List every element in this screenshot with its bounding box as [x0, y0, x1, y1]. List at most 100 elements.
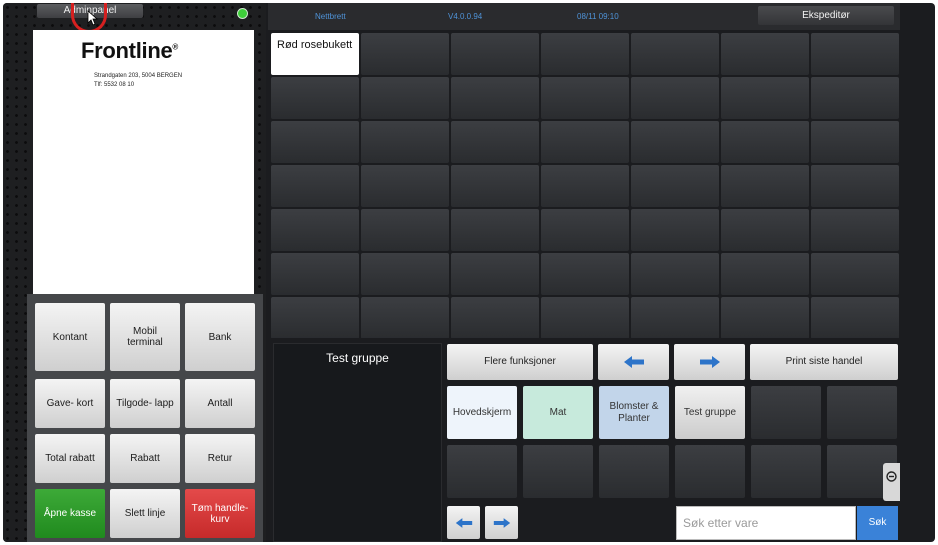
gavekort-button[interactable]: Gave- kort	[35, 379, 105, 428]
group-empty-slot[interactable]	[447, 445, 517, 498]
group-empty-slot[interactable]	[751, 386, 821, 439]
product-empty-slot[interactable]	[631, 165, 719, 207]
product-empty-slot[interactable]	[721, 165, 809, 207]
product-empty-slot[interactable]	[721, 121, 809, 163]
address-line: Strandgaten 203, 5004 BERGEN	[94, 73, 183, 79]
receipt-panel: Adminpanel Frontline® Strandgaten 203, 5…	[3, 3, 266, 542]
product-empty-slot[interactable]	[541, 77, 629, 119]
product-empty-slot[interactable]	[721, 77, 809, 119]
kontant-button[interactable]: Kontant	[35, 303, 105, 371]
collapse-icon	[886, 471, 897, 482]
product-empty-slot[interactable]	[541, 297, 629, 339]
search-button[interactable]: Søk	[857, 506, 898, 540]
group-empty-slot[interactable]	[599, 445, 669, 498]
product-empty-slot[interactable]	[451, 77, 539, 119]
product-empty-slot[interactable]	[361, 253, 449, 295]
product-empty-slot[interactable]	[721, 297, 809, 339]
datetime-label: 08/11 09:10	[577, 12, 619, 21]
group-empty-slot[interactable]	[523, 445, 593, 498]
product-empty-slot[interactable]	[271, 121, 359, 163]
apne-kasse-button[interactable]: Åpne kasse	[35, 489, 105, 538]
product-empty-slot[interactable]	[811, 165, 899, 207]
product-empty-slot[interactable]	[271, 253, 359, 295]
arrow-right-icon	[699, 356, 720, 368]
product-empty-slot[interactable]	[631, 297, 719, 339]
product-empty-slot[interactable]	[361, 33, 449, 75]
side-collapse-tab[interactable]	[883, 463, 900, 501]
slett-linje-button[interactable]: Slett linje	[110, 489, 180, 538]
product-empty-slot[interactable]	[451, 165, 539, 207]
product-empty-slot[interactable]	[811, 121, 899, 163]
group-blomster-button[interactable]: Blomster & Planter	[599, 386, 669, 439]
ekspeditor-button[interactable]: Ekspeditør	[758, 6, 894, 25]
product-empty-slot[interactable]	[271, 77, 359, 119]
product-empty-slot[interactable]	[631, 77, 719, 119]
group-hovedskjerm-button[interactable]: Hovedskjerm	[447, 386, 517, 439]
screenshot-frame: Adminpanel Frontline® Strandgaten 203, 5…	[0, 0, 938, 545]
product-empty-slot[interactable]	[451, 253, 539, 295]
product-empty-slot[interactable]	[361, 77, 449, 119]
product-empty-slot[interactable]	[451, 121, 539, 163]
product-empty-slot[interactable]	[541, 209, 629, 251]
group-test-gruppe-button[interactable]: Test gruppe	[675, 386, 745, 439]
product-empty-slot[interactable]	[361, 165, 449, 207]
print-siste-handel-button[interactable]: Print siste handel	[750, 344, 898, 380]
arrow-left-icon	[455, 517, 472, 528]
device-label: Nettbrett	[315, 12, 346, 21]
product-empty-slot[interactable]	[541, 121, 629, 163]
product-empty-slot[interactable]	[451, 33, 539, 75]
search-input[interactable]: Søk etter vare	[676, 506, 856, 540]
product-empty-slot[interactable]	[631, 33, 719, 75]
product-empty-slot[interactable]	[631, 253, 719, 295]
payment-buttons-panel: Kontant Mobil terminal Bank Gave- kort T…	[27, 294, 263, 542]
product-grid: Rød rosebukett	[268, 30, 900, 339]
group-empty-slot[interactable]	[827, 386, 897, 439]
next-page-button[interactable]	[674, 344, 745, 380]
product-empty-slot[interactable]	[811, 297, 899, 339]
previous-page-button[interactable]	[598, 344, 669, 380]
product-empty-slot[interactable]	[451, 209, 539, 251]
store-logo: Frontline®	[81, 38, 179, 63]
product-button[interactable]: Rød rosebukett	[271, 33, 359, 75]
group-empty-slot[interactable]	[675, 445, 745, 498]
product-empty-slot[interactable]	[811, 253, 899, 295]
product-empty-slot[interactable]	[361, 209, 449, 251]
retur-button[interactable]: Retur	[185, 434, 255, 483]
product-empty-slot[interactable]	[271, 165, 359, 207]
pos-app: Adminpanel Frontline® Strandgaten 203, 5…	[3, 3, 935, 542]
current-group-title: Test gruppe	[326, 351, 389, 365]
total-rabatt-button[interactable]: Total rabatt	[35, 434, 105, 483]
current-group-box: Test gruppe	[273, 343, 442, 542]
mouse-cursor-icon	[87, 10, 99, 26]
group-empty-slot[interactable]	[751, 445, 821, 498]
product-empty-slot[interactable]	[811, 209, 899, 251]
tilgode-lapp-button[interactable]: Tilgode- lapp	[110, 379, 180, 428]
group-mat-button[interactable]: Mat	[523, 386, 593, 439]
group-previous-button[interactable]	[447, 506, 480, 539]
product-empty-slot[interactable]	[811, 33, 899, 75]
top-bar: Nettbrett V4.0.0.94 08/11 09:10 Ekspedit…	[268, 3, 900, 30]
product-empty-slot[interactable]	[451, 297, 539, 339]
rabatt-button[interactable]: Rabatt	[110, 434, 180, 483]
arrow-left-icon	[623, 356, 644, 368]
product-empty-slot[interactable]	[631, 121, 719, 163]
product-empty-slot[interactable]	[721, 253, 809, 295]
product-empty-slot[interactable]	[271, 297, 359, 339]
product-empty-slot[interactable]	[721, 33, 809, 75]
product-empty-slot[interactable]	[811, 77, 899, 119]
product-empty-slot[interactable]	[361, 297, 449, 339]
product-empty-slot[interactable]	[631, 209, 719, 251]
bank-button[interactable]: Bank	[185, 303, 255, 371]
product-empty-slot[interactable]	[271, 209, 359, 251]
group-next-button[interactable]	[485, 506, 518, 539]
product-empty-slot[interactable]	[541, 253, 629, 295]
product-empty-slot[interactable]	[361, 121, 449, 163]
antall-button[interactable]: Antall	[185, 379, 255, 428]
mobil-terminal-button[interactable]: Mobil terminal	[110, 303, 180, 371]
product-empty-slot[interactable]	[541, 165, 629, 207]
flere-funksjoner-button[interactable]: Flere funksjoner	[447, 344, 593, 380]
product-empty-slot[interactable]	[721, 209, 809, 251]
product-empty-slot[interactable]	[541, 33, 629, 75]
tom-handlekurv-button[interactable]: Tøm handle- kurv	[185, 489, 255, 538]
connection-status-icon	[237, 8, 248, 19]
